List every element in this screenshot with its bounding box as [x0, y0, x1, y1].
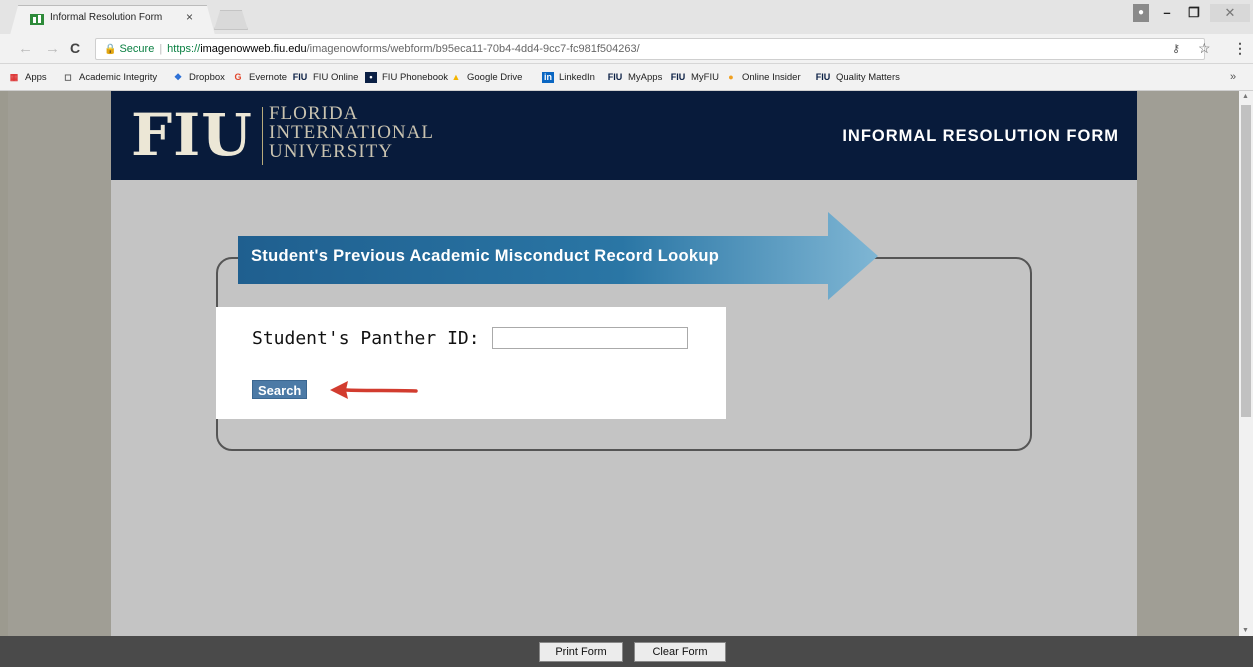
- panther-id-input[interactable]: [492, 327, 688, 349]
- bookmark-dropbox[interactable]: ❖ Dropbox: [172, 72, 225, 83]
- bookmark-apps[interactable]: ▦ Apps: [8, 72, 47, 83]
- page-icon: ◻: [64, 72, 72, 82]
- fiu-phonebook-icon: •: [365, 72, 377, 83]
- lock-icon: 🔒: [104, 44, 117, 55]
- banner-title: Student's Previous Academic Misconduct R…: [251, 247, 720, 265]
- linkedin-icon: in: [542, 72, 554, 83]
- bookmark-academic-integrity[interactable]: ◻ Academic Integrity: [62, 72, 157, 83]
- fiu-favicon-icon: [30, 14, 44, 25]
- bookmark-google-drive[interactable]: ▲ Google Drive: [450, 72, 523, 83]
- red-pointer-arrow-icon: [330, 381, 418, 399]
- url-path: /imagenowforms/webform/b95eca11-70b4-4dd…: [306, 43, 640, 55]
- back-icon[interactable]: ←: [18, 40, 33, 57]
- bookmark-fiu-phonebook[interactable]: • FIU Phonebook: [365, 72, 448, 83]
- form-footer-bar: Print Form Clear Form: [0, 636, 1253, 667]
- fiu-icon: FIU: [815, 72, 831, 82]
- google-drive-icon: ▲: [451, 72, 461, 82]
- search-button[interactable]: Search: [252, 380, 308, 399]
- university-line-1: FLORIDA: [269, 103, 359, 124]
- scroll-down-icon[interactable]: ▼: [1242, 627, 1249, 634]
- tab-close-icon[interactable]: ×: [186, 10, 193, 24]
- clear-form-button[interactable]: Clear Form: [634, 642, 726, 662]
- bookmark-quality-matters[interactable]: FIU Quality Matters: [815, 72, 900, 83]
- page-header: FIU FLORIDA INTERNATIONAL UNIVERSITY INF…: [111, 91, 1137, 180]
- maximize-icon[interactable]: ❐: [1183, 4, 1205, 22]
- close-window-icon[interactable]: ✕: [1210, 4, 1250, 22]
- fiu-icon: FIU: [670, 72, 686, 82]
- university-line-2: INTERNATIONAL: [269, 122, 434, 143]
- bookmarks-bar: ▦ Apps ◻ Academic Integrity ❖ Dropbox G Ever…: [0, 64, 1253, 91]
- dropbox-icon: ❖: [173, 72, 183, 82]
- page-background: FIU FLORIDA INTERNATIONAL UNIVERSITY INF…: [8, 91, 1239, 636]
- bookmark-online-insider[interactable]: ● Online Insider: [725, 72, 800, 83]
- key-icon[interactable]: ⚷: [1172, 42, 1180, 55]
- form-content-area: FIU FLORIDA INTERNATIONAL UNIVERSITY INF…: [111, 91, 1137, 636]
- bookmark-linkedin[interactable]: in LinkedIn: [542, 72, 595, 83]
- url-input[interactable]: 🔒 Secure | https://imagenowweb.fiu.edu/imag…: [95, 38, 1205, 60]
- bookmark-star-icon[interactable]: ☆: [1198, 40, 1211, 57]
- google-icon: G: [234, 72, 242, 82]
- apps-grid-icon: ▦: [9, 72, 19, 82]
- url-scheme: https://: [167, 43, 201, 55]
- user-profile-icon[interactable]: ●: [1133, 4, 1149, 22]
- browser-menu-icon[interactable]: ⋮: [1233, 40, 1247, 57]
- bookmarks-more-icon[interactable]: »: [1230, 71, 1236, 83]
- fiu-icon: FIU: [292, 72, 308, 82]
- secure-label: Secure: [119, 43, 155, 55]
- bookmark-myfiu[interactable]: FIU MyFIU: [670, 72, 719, 83]
- panther-id-label: Student's Panther ID:: [252, 328, 480, 349]
- online-insider-icon: ●: [728, 72, 734, 82]
- minimize-icon[interactable]: –: [1156, 4, 1178, 22]
- form-title: INFORMAL RESOLUTION FORM: [842, 127, 1119, 145]
- reload-icon[interactable]: C: [70, 40, 80, 56]
- fiu-logo: FIU: [131, 101, 253, 169]
- new-tab-button[interactable]: [214, 10, 248, 30]
- university-line-3: UNIVERSITY: [269, 141, 393, 162]
- forward-icon[interactable]: →: [45, 40, 60, 57]
- university-name: FLORIDA INTERNATIONAL UNIVERSITY: [269, 104, 434, 161]
- url-separator: |: [159, 43, 163, 55]
- bookmark-myapps[interactable]: FIU MyApps: [607, 72, 663, 83]
- tab-title: Informal Resolution Form: [50, 12, 163, 23]
- bookmark-evernote[interactable]: G Evernote: [232, 72, 287, 83]
- bookmark-fiu-online[interactable]: FIU FIU Online: [292, 72, 359, 83]
- scroll-thumb[interactable]: [1241, 105, 1251, 417]
- fiu-icon: FIU: [607, 72, 623, 82]
- url-host: imagenowweb.fiu.edu: [200, 43, 307, 55]
- tab-strip: Informal Resolution Form × ● – ❐ ✕: [0, 0, 1253, 35]
- print-form-button[interactable]: Print Form: [539, 642, 623, 662]
- address-bar-row: ← → C 🔒 Secure | https://imagenowweb.fiu.ed…: [0, 34, 1253, 64]
- logo-divider: [262, 107, 263, 165]
- vertical-scrollbar[interactable]: ▲ ▼: [1239, 91, 1253, 636]
- lookup-panel: Student's Panther ID: Search: [216, 307, 726, 419]
- scroll-up-icon[interactable]: ▲: [1242, 93, 1249, 100]
